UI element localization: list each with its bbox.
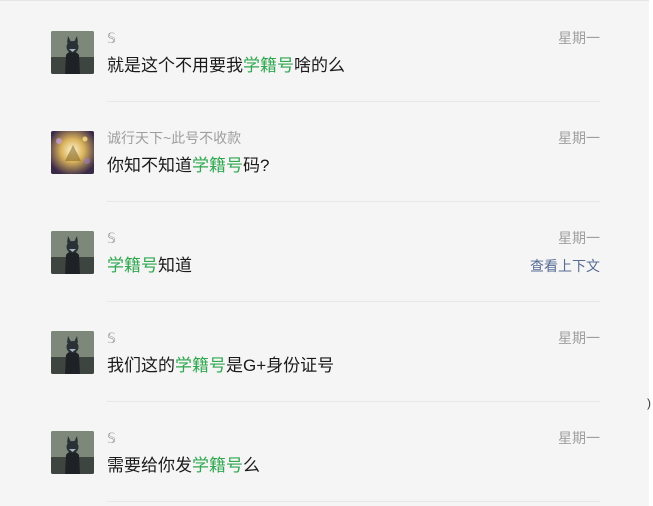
- message-text: 就是这个不用要我学籍号啥的么: [107, 54, 345, 78]
- result-item[interactable]: 𝕊 星期一 就是这个不用要我学籍号啥的么: [0, 1, 649, 102]
- message-text-before: 你知不知道: [107, 156, 192, 175]
- edge-glyph: ): [647, 396, 651, 410]
- avatar[interactable]: [51, 431, 94, 474]
- message-text-after: 是G+身份证号: [226, 356, 335, 375]
- avatar[interactable]: [51, 331, 94, 374]
- search-highlight: 学籍号: [192, 156, 243, 175]
- avatar[interactable]: [51, 131, 94, 174]
- sender-name: 𝕊: [107, 30, 116, 46]
- search-highlight: 学籍号: [192, 456, 243, 475]
- message-text-before: 就是这个不用要我: [107, 56, 243, 75]
- result-item[interactable]: 𝕊 星期一 需要给你发学籍号么: [0, 401, 649, 502]
- sender-name: 𝕊: [107, 330, 116, 346]
- message-text-after: 啥的么: [294, 56, 345, 75]
- window-edge: [649, 0, 653, 506]
- message-text: 学籍号知道: [107, 254, 192, 278]
- message-text-before: 需要给你发: [107, 456, 192, 475]
- sender-name: 𝕊: [107, 230, 116, 246]
- result-item[interactable]: 诚行天下~此号不收款 星期一 你知不知道学籍号码?: [0, 101, 649, 202]
- golden-light-avatar-icon: [51, 131, 94, 174]
- avatar[interactable]: [51, 31, 94, 74]
- search-highlight: 学籍号: [107, 256, 158, 275]
- result-item[interactable]: 𝕊 星期一 我们这的学籍号是G+身份证号: [0, 301, 649, 402]
- message-date: 星期一: [558, 430, 600, 446]
- message-text-after: 知道: [158, 256, 192, 275]
- cat-dark-avatar-icon: [51, 31, 94, 74]
- cat-dark-avatar-icon: [51, 431, 94, 474]
- divider: [107, 501, 600, 502]
- search-highlight: 学籍号: [243, 56, 294, 75]
- message-date: 星期一: [558, 230, 600, 246]
- message-text: 你知不知道学籍号码?: [107, 154, 269, 178]
- sender-name: 诚行天下~此号不收款: [107, 130, 242, 146]
- message-date: 星期一: [558, 130, 600, 146]
- cat-dark-avatar-icon: [51, 231, 94, 274]
- message-date: 星期一: [558, 30, 600, 46]
- message-text-after: 码?: [243, 156, 270, 175]
- avatar[interactable]: [51, 231, 94, 274]
- chat-search-results-panel: 𝕊 星期一 就是这个不用要我学籍号啥的么 诚行天下~此号不收款 星期一 你知不知…: [0, 0, 649, 506]
- result-item[interactable]: 𝕊 星期一 学籍号知道 查看上下文: [0, 201, 649, 302]
- search-highlight: 学籍号: [175, 356, 226, 375]
- message-date: 星期一: [558, 330, 600, 346]
- message-text: 我们这的学籍号是G+身份证号: [107, 354, 334, 378]
- view-context-link[interactable]: 查看上下文: [530, 256, 600, 276]
- cat-dark-avatar-icon: [51, 331, 94, 374]
- message-text-after: 么: [243, 456, 260, 475]
- message-text: 需要给你发学籍号么: [107, 454, 260, 478]
- message-text-before: 我们这的: [107, 356, 175, 375]
- sender-name: 𝕊: [107, 430, 116, 446]
